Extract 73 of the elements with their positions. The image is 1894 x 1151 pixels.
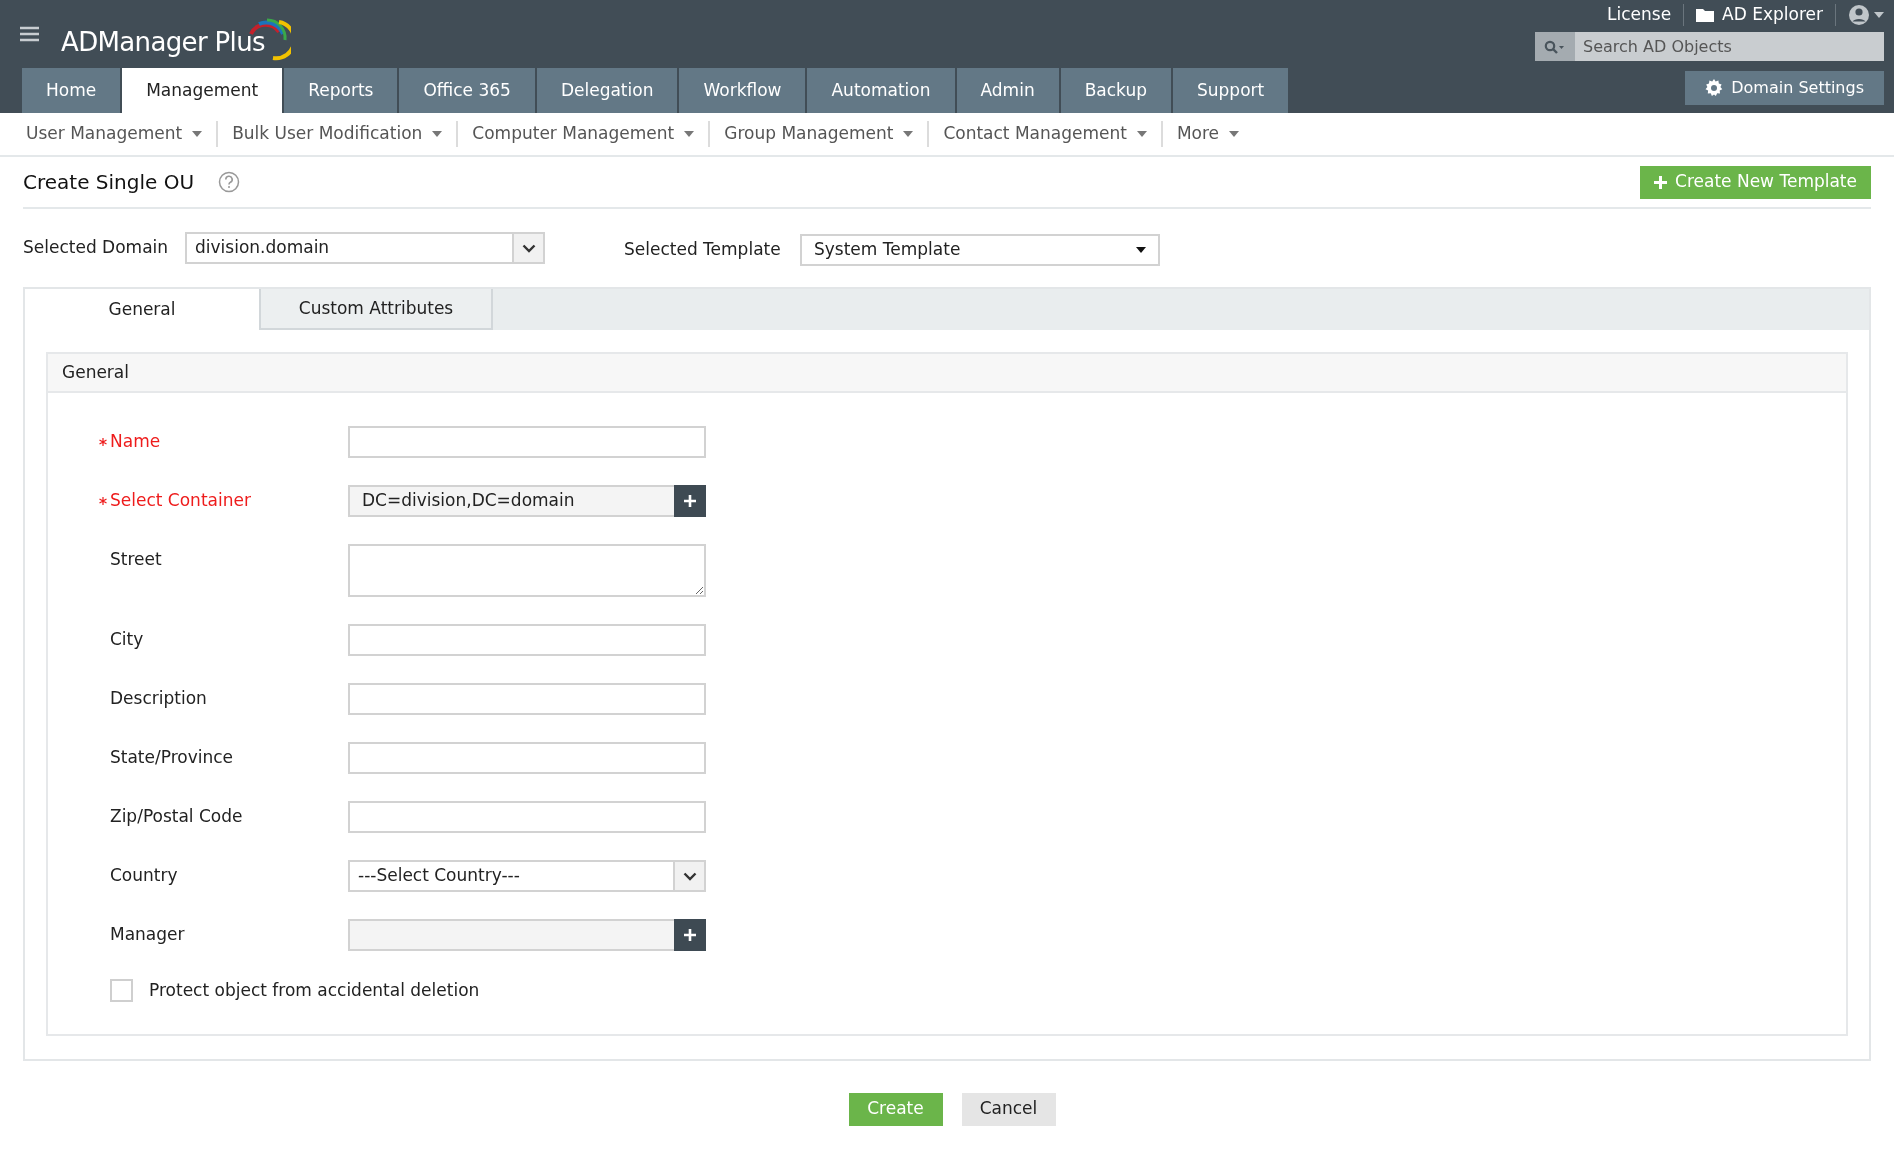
text-area[interactable]	[348, 544, 706, 597]
license-link[interactable]: License	[1595, 2, 1684, 28]
domain-settings-button[interactable]: Domain Settings	[1685, 71, 1884, 105]
plus-icon	[683, 494, 697, 508]
nav-tab[interactable]: Backup	[1060, 68, 1171, 113]
caret-icon	[1136, 247, 1146, 253]
field-label: Selected Template	[624, 238, 782, 262]
submenu-item[interactable]: More	[1162, 121, 1254, 147]
field-label: Selected Domain	[23, 236, 170, 260]
cancel-button[interactable]: Cancel	[961, 1092, 1056, 1126]
nav-tab[interactable]: Workflow	[679, 68, 806, 113]
section-title: General	[62, 360, 129, 384]
submenu-item[interactable]: User Management	[12, 121, 217, 147]
domain-dropdown[interactable]: division.domain	[185, 232, 545, 264]
template-dropdown[interactable]: System Template	[800, 234, 1160, 266]
nav-tab[interactable]: Home	[22, 68, 121, 113]
text-field[interactable]	[348, 426, 706, 458]
nav-tab[interactable]: Reports	[284, 68, 398, 113]
submenu-item[interactable]: Group Management	[710, 121, 928, 147]
plus-icon	[1654, 175, 1668, 189]
nav-tab[interactable]: Admin	[956, 68, 1059, 113]
chevron-down-icon	[682, 871, 697, 881]
caret-icon	[1874, 12, 1884, 18]
field-label: City	[109, 628, 144, 652]
submenu-item[interactable]: Contact Management	[929, 121, 1161, 147]
field-label: Select Container	[110, 489, 251, 513]
form-tab[interactable]: Custom Attributes	[259, 289, 493, 330]
country-dropdown[interactable]: ---Select Country---	[348, 860, 706, 892]
submenu-item[interactable]: Bulk User Modification	[218, 121, 457, 147]
help-icon[interactable]	[218, 171, 241, 193]
menu-icon[interactable]	[20, 26, 39, 42]
plus-icon	[683, 928, 697, 942]
caret-icon	[684, 131, 695, 137]
required-asterisk-icon	[99, 497, 107, 505]
field-label: Zip/Postal Code	[109, 805, 243, 829]
ad-explorer-link[interactable]: AD Explorer	[1684, 2, 1835, 28]
field-label: Country	[109, 864, 178, 888]
text-field[interactable]	[348, 624, 706, 656]
caret-icon	[1229, 131, 1240, 137]
picker-field[interactable]	[348, 919, 706, 951]
caret-icon	[903, 131, 914, 137]
nav-tab[interactable]: Delegation	[536, 68, 678, 113]
folder-icon	[1696, 8, 1715, 22]
required-asterisk-icon	[99, 438, 107, 446]
field-label: Description	[109, 687, 207, 711]
field-label: Street	[109, 548, 162, 572]
nav-tab[interactable]: Office 365	[399, 68, 535, 113]
field-value: DC=division,DC=domain	[362, 489, 575, 513]
submenu-item[interactable]: Computer Management	[458, 121, 709, 147]
add-button[interactable]	[674, 485, 706, 517]
caret-icon	[192, 131, 203, 137]
search-icon	[1544, 39, 1566, 54]
logo-text: ADManager Plus	[61, 26, 265, 59]
caret-icon	[432, 131, 443, 137]
field-label: State/Province	[109, 746, 234, 770]
nav-tab[interactable]: Support	[1173, 68, 1289, 113]
user-avatar-icon	[1848, 4, 1870, 26]
page-title: Create Single OU	[23, 169, 195, 196]
field-label: Name	[110, 430, 161, 454]
field-label: Manager	[109, 923, 185, 947]
nav-tab[interactable]: Management	[122, 68, 283, 113]
text-field[interactable]	[348, 742, 706, 774]
checkbox[interactable]	[110, 979, 133, 1003]
checkbox-label: Protect object from accidental deletion	[149, 979, 480, 1002]
form-tab[interactable]: General	[25, 289, 259, 330]
text-field[interactable]	[348, 683, 706, 715]
nav-tab[interactable]: Automation	[807, 68, 955, 113]
chevron-down-icon	[521, 243, 536, 253]
settings-icon	[1705, 79, 1724, 97]
text-field[interactable]	[348, 801, 706, 833]
caret-icon	[1136, 131, 1147, 137]
add-button[interactable]	[674, 919, 706, 951]
picker-field[interactable]: DC=division,DC=domain	[348, 485, 706, 517]
